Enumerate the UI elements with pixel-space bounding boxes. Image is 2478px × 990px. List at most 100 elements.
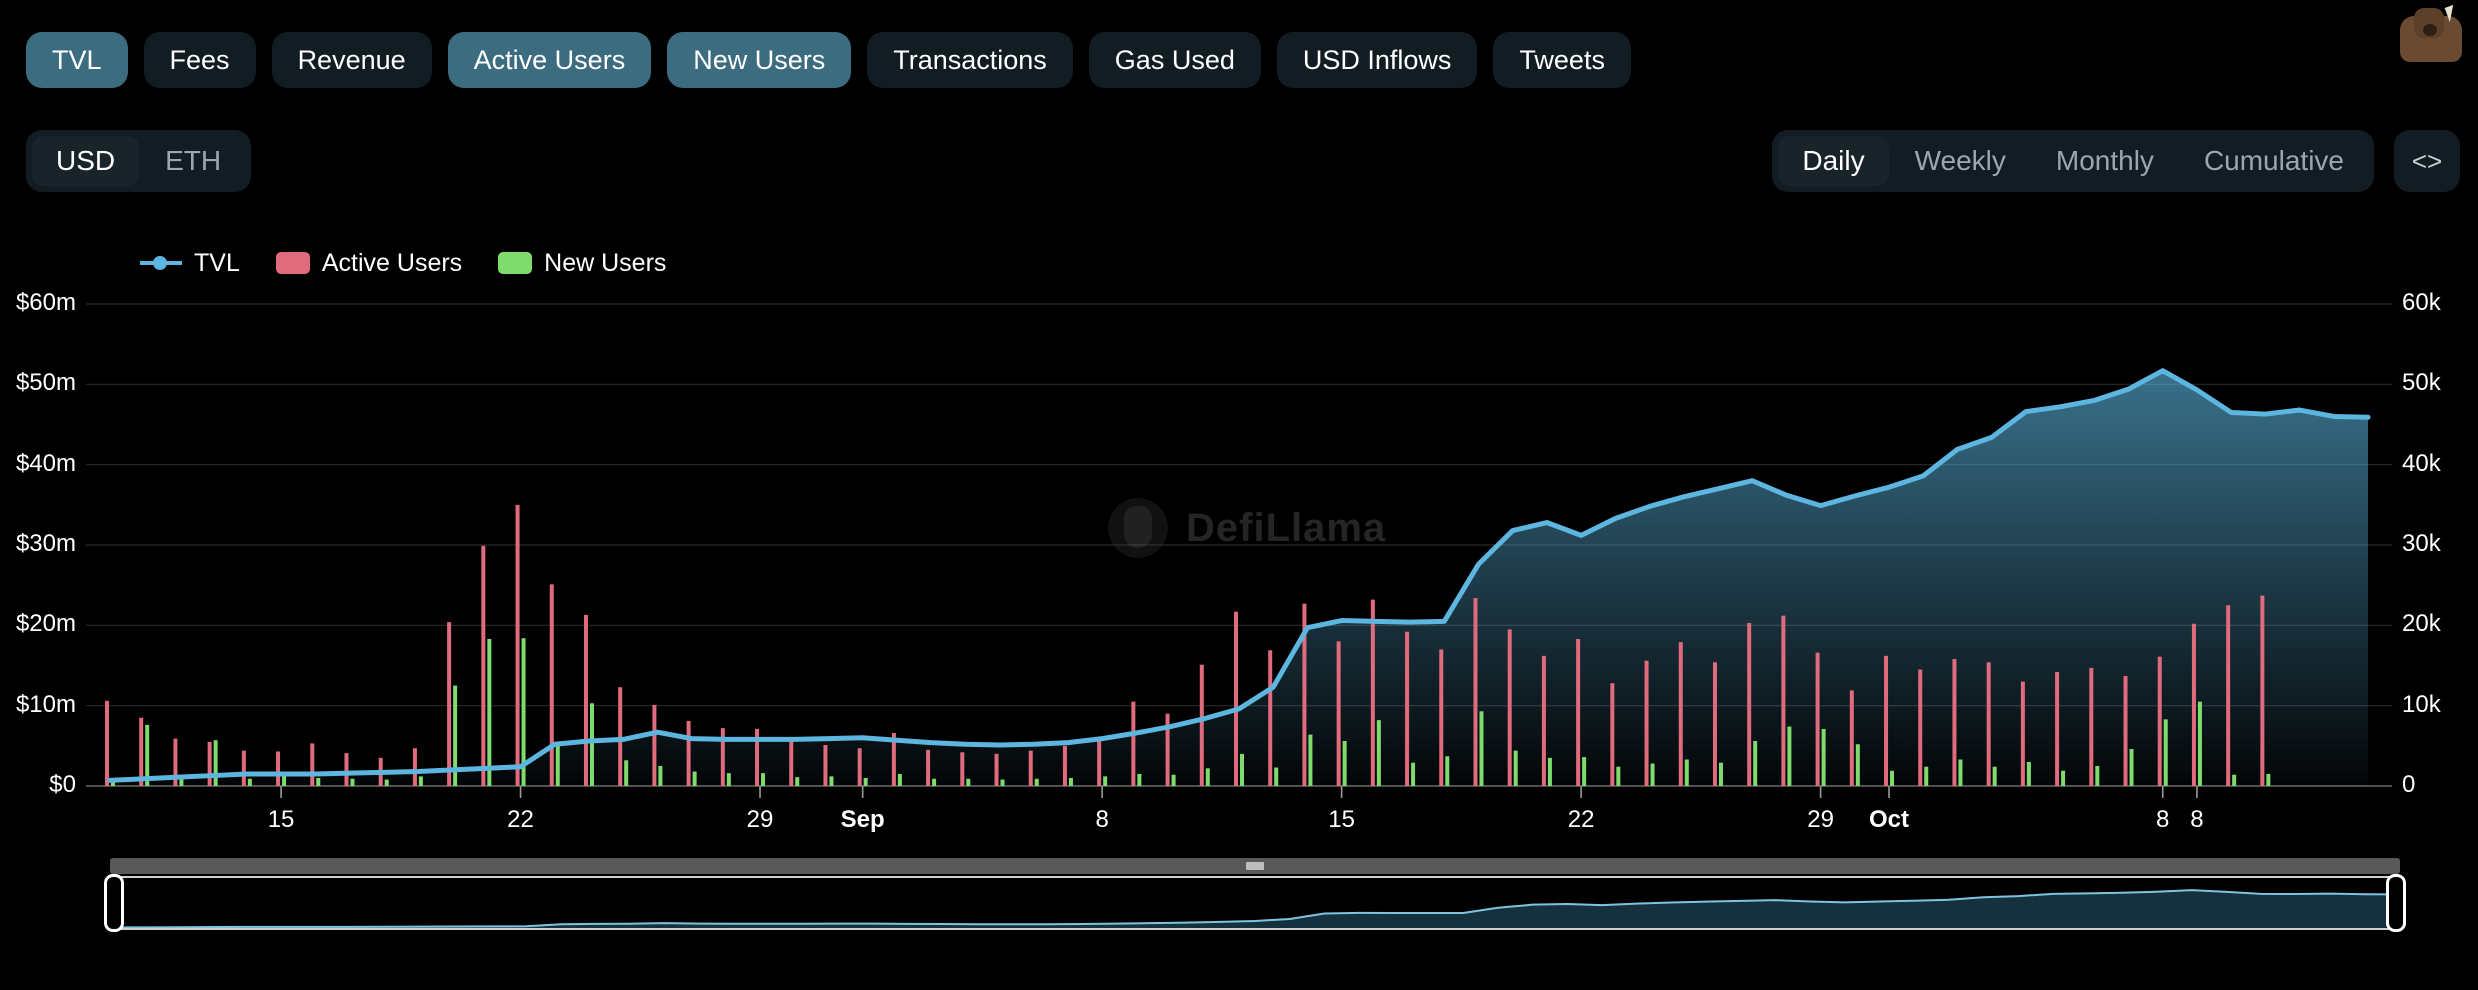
active-users-bar [687, 721, 691, 786]
y-axis-left-tick-label: $10m [16, 691, 76, 719]
active-users-bar [1747, 623, 1751, 786]
active-users-bar [1816, 653, 1820, 786]
metric-tab-tvl[interactable]: TVL [26, 32, 128, 88]
legend-item-new-users[interactable]: New Users [498, 249, 666, 278]
metric-tab-new-users[interactable]: New Users [667, 32, 851, 88]
currency-option-usd[interactable]: USD [32, 136, 139, 186]
active-users-bar [481, 546, 485, 786]
active-users-bar [995, 754, 999, 786]
legend-item-tvl[interactable]: TVL [140, 249, 240, 278]
active-users-bar [310, 743, 314, 786]
metric-tab-revenue[interactable]: Revenue [272, 32, 432, 88]
new-users-bar [1924, 767, 1928, 786]
brush-left-handle[interactable] [104, 874, 124, 932]
new-users-bar [727, 773, 731, 786]
active-users-bar [1610, 683, 1614, 786]
new-users-bar [350, 779, 354, 786]
active-users-bar [618, 687, 622, 786]
new-users-bar [1856, 744, 1860, 786]
period-option-daily[interactable]: Daily [1778, 136, 1888, 186]
currency-toggle[interactable]: USDETH [26, 130, 251, 192]
active-users-bar [1063, 746, 1067, 786]
brush-preview-svg [110, 878, 2400, 930]
chart-area[interactable]: $0$10m$20m$30m$40m$50m$60m010k20k30k40k5… [0, 286, 2478, 846]
new-users-bar [1685, 759, 1689, 786]
chart-controls-row: USDETH DailyWeeklyMonthlyCumulative <> [0, 130, 2478, 200]
y-axis-right-tick-label: 40k [2402, 450, 2441, 478]
metric-tab-gas-used[interactable]: Gas Used [1089, 32, 1261, 88]
active-users-bar [1439, 649, 1443, 786]
currency-option-eth[interactable]: ETH [141, 136, 245, 186]
embed-code-button[interactable]: <> [2394, 130, 2460, 192]
brush-grip-handle[interactable] [1246, 862, 1264, 870]
brush-right-handle[interactable] [2386, 874, 2406, 932]
metric-tab-tweets[interactable]: Tweets [1493, 32, 1631, 88]
brush-preview-pane [110, 876, 2400, 930]
new-users-bar [1035, 779, 1039, 786]
active-users-bar [276, 751, 280, 786]
new-users-bar [248, 779, 252, 786]
active-users-bar [1884, 656, 1888, 786]
active-users-bar [1508, 629, 1512, 786]
active-users-bar [1713, 662, 1717, 786]
metric-tab-transactions[interactable]: Transactions [867, 32, 1073, 88]
active-users-bar [960, 752, 964, 786]
new-users-bar [2266, 774, 2270, 786]
active-users-bar [344, 753, 348, 786]
active-users-bar [1987, 662, 1991, 786]
new-users-bar [1069, 778, 1073, 786]
metric-tab-active-users[interactable]: Active Users [448, 32, 652, 88]
new-users-bar [590, 703, 594, 786]
y-axis-left-tick-label: $50m [16, 369, 76, 397]
period-option-weekly[interactable]: Weekly [1891, 136, 2030, 186]
active-users-bar [584, 615, 588, 786]
new-users-bar [1719, 763, 1723, 786]
y-axis-right-tick-label: 20k [2402, 610, 2441, 638]
active-users-bar [2260, 596, 2264, 786]
new-users-bar [2095, 766, 2099, 786]
active-users-swatch-icon [276, 252, 310, 274]
new-users-bar [966, 779, 970, 786]
new-users-bar [419, 776, 423, 786]
new-users-bar [1308, 735, 1312, 786]
period-option-cumulative[interactable]: Cumulative [2180, 136, 2368, 186]
x-axis-tick-label: Sep [839, 806, 887, 834]
chart-svg [0, 286, 2478, 846]
y-axis-right-tick-label: 50k [2402, 369, 2441, 397]
active-users-bar [413, 748, 417, 786]
brush-track[interactable] [110, 858, 2400, 874]
x-axis-tick-label: 22 [497, 806, 545, 834]
new-users-bar [1822, 729, 1826, 786]
new-users-bar [1514, 751, 1518, 786]
new-users-bar [1377, 720, 1381, 786]
new-users-bar [1137, 774, 1141, 786]
active-users-bar [1029, 751, 1033, 786]
legend-item-active-users[interactable]: Active Users [276, 249, 462, 278]
chart-range-brush[interactable] [110, 858, 2400, 934]
active-users-bar [2124, 676, 2128, 786]
new-users-bar [385, 780, 389, 786]
legend-label-active-users: Active Users [322, 249, 462, 278]
x-axis-tick-label: 8 [1078, 806, 1126, 834]
new-users-bar [316, 778, 320, 786]
active-users-bar [2055, 672, 2059, 786]
active-users-bar [242, 751, 246, 786]
period-toggle[interactable]: DailyWeeklyMonthlyCumulative [1772, 130, 2374, 192]
new-users-bar [795, 777, 799, 786]
period-option-monthly[interactable]: Monthly [2032, 136, 2178, 186]
new-users-bar [1582, 757, 1586, 786]
new-users-bar [1548, 758, 1552, 786]
active-users-bar [1645, 661, 1649, 786]
active-users-bar [139, 718, 143, 786]
metric-tab-usd-inflows[interactable]: USD Inflows [1277, 32, 1478, 88]
active-users-bar [1405, 632, 1409, 786]
active-users-bar [2021, 682, 2025, 786]
x-axis-tick-label: 29 [736, 806, 784, 834]
active-users-bar [1131, 702, 1135, 786]
new-users-bar [1411, 763, 1415, 786]
active-users-bar [2158, 657, 2162, 786]
metric-tab-fees[interactable]: Fees [144, 32, 256, 88]
new-users-bar [487, 639, 491, 786]
y-axis-right-tick-label: 60k [2402, 289, 2441, 317]
new-users-bar [1993, 767, 1997, 786]
